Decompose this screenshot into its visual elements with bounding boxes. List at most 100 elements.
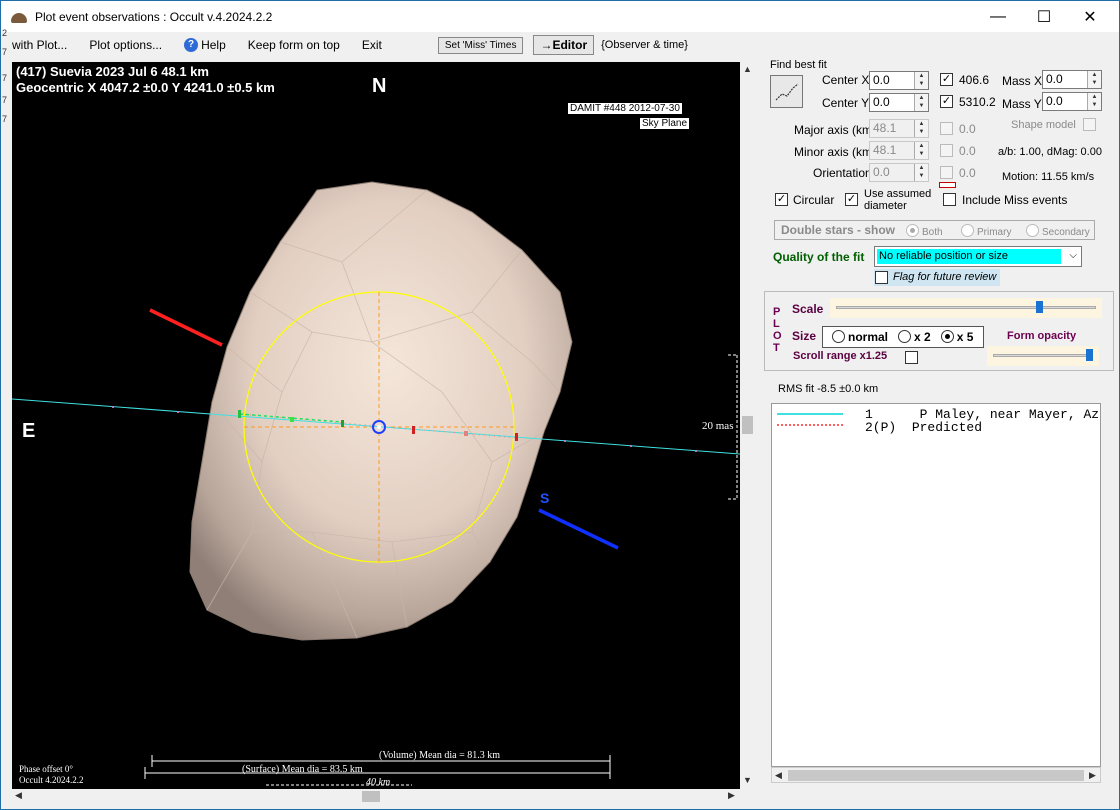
scroll-right-icon[interactable]: ▶ (1089, 770, 1096, 781)
spin-arrows-icon[interactable]: ▲ ▼ (914, 164, 928, 181)
plot-horizontal-scrollbar[interactable]: ◀ ▶ (12, 789, 756, 804)
major-axis-stepper[interactable]: 48.1 ▲ ▼ (869, 119, 929, 138)
radio-both-icon[interactable] (906, 224, 919, 237)
chk-5310-checkbox[interactable]: ✓ (940, 95, 953, 108)
mass-y-value[interactable]: 0.0 (1043, 93, 1087, 110)
size-x2-option[interactable]: x 2 (898, 330, 931, 344)
scroll-left-icon[interactable]: ◀ (15, 790, 22, 801)
mass-x-stepper[interactable]: 0.0 ▲ ▼ (1042, 70, 1102, 89)
minimize-button[interactable]: — (975, 1, 1021, 32)
shape-model-checkbox[interactable] (1083, 118, 1096, 131)
mass-x-value[interactable]: 0.0 (1043, 71, 1087, 88)
scroll-range-checkbox[interactable] (905, 351, 918, 364)
radio-both[interactable]: Both (906, 224, 943, 238)
spin-arrows-icon[interactable]: ▲ ▼ (914, 72, 928, 89)
scroll-range-label: Scroll range x1.25 (793, 350, 888, 362)
form-opacity-slider[interactable] (987, 346, 1099, 366)
north-label: N (372, 75, 387, 97)
radio-secondary-icon[interactable] (1026, 224, 1039, 237)
quality-select[interactable]: No reliable position or size ⌵ (874, 246, 1082, 267)
menu-keep-on-top[interactable]: Keep form on top (237, 38, 351, 52)
mass-y-stepper[interactable]: 0.0 ▲ ▼ (1042, 92, 1102, 111)
circular-checkbox[interactable]: ✓ (775, 193, 788, 206)
scroll-up-icon[interactable]: ▲ (743, 64, 752, 74)
size-normal-option[interactable]: normal (832, 330, 888, 344)
menu-plot-options[interactable]: Plot options... (78, 38, 173, 52)
minor-axis-value[interactable]: 48.1 (870, 142, 914, 159)
list-item[interactable]: 2(P) Predicted (865, 420, 982, 435)
include-miss-label: Include Miss events (962, 193, 1068, 207)
menu-with-plot[interactable]: with Plot... (1, 38, 78, 52)
spin-arrows-icon[interactable]: ▲ ▼ (1087, 71, 1101, 88)
set-miss-times-button[interactable]: Set 'Miss' Times (437, 36, 524, 54)
form-opacity-knob[interactable] (1086, 349, 1093, 361)
radio-both-label: Both (922, 227, 943, 238)
orientation-fit-checkbox[interactable] (940, 166, 953, 179)
spin-arrows-icon[interactable]: ▲ ▼ (1087, 93, 1101, 110)
radio-icon[interactable] (898, 330, 912, 343)
include-miss-checkbox[interactable] (943, 193, 956, 206)
list-horizontal-scrollbar[interactable]: ◀ ▶ (771, 767, 1101, 783)
menu-help[interactable]: ? Help (173, 38, 237, 52)
radio-secondary[interactable]: Secondary (1026, 224, 1090, 238)
radio-icon[interactable] (940, 330, 954, 343)
observer-time-label[interactable]: {Observer & time} (599, 39, 699, 51)
size-radio-group: normal x 2 x 5 (822, 326, 984, 348)
size-normal-label: normal (848, 330, 889, 344)
center-y-value[interactable]: 0.0 (870, 94, 914, 111)
major-axis-value[interactable]: 48.1 (870, 120, 914, 137)
radio-primary-icon[interactable] (961, 224, 974, 237)
use-assumed-label-2: diameter (864, 200, 907, 212)
line-color-swatch[interactable] (939, 182, 956, 188)
menu-help-label: Help (201, 38, 226, 52)
observations-list[interactable]: 1 P Maley, near Mayer, Az 2(P) Predicted (771, 403, 1101, 767)
orientation-value[interactable]: 0.0 (870, 164, 914, 181)
orientation-stepper[interactable]: 0.0 ▲ ▼ (869, 163, 929, 182)
form-opacity-label: Form opacity (1007, 330, 1077, 342)
size-x5-option[interactable]: x 5 (940, 330, 974, 344)
chevron-down-icon[interactable]: ⌵ (1069, 250, 1077, 261)
radio-primary[interactable]: Primary (961, 224, 1011, 238)
radio-icon[interactable] (832, 330, 845, 343)
center-x-value[interactable]: 0.0 (870, 72, 914, 89)
flag-review-row[interactable]: Flag for future review (874, 269, 1000, 286)
scale-slider[interactable] (830, 298, 1102, 318)
find-best-fit-label: Find best fit (770, 59, 827, 71)
list-hscroll-thumb[interactable] (788, 770, 1084, 781)
vscroll-thumb[interactable] (742, 416, 753, 434)
list-item-num: 2(P) (865, 420, 897, 435)
find-best-fit-button[interactable] (770, 75, 803, 108)
maximize-button[interactable]: ☐ (1021, 1, 1067, 32)
minor-axis-fit-checkbox[interactable] (940, 144, 953, 157)
scale-slider-knob[interactable] (1036, 301, 1043, 313)
center-y-stepper[interactable]: 0.0 ▲ ▼ (869, 93, 929, 112)
flag-review-checkbox[interactable] (875, 271, 888, 284)
app-icon (11, 10, 27, 24)
chk-406-checkbox[interactable]: ✓ (940, 73, 953, 86)
quality-label: Quality of the fit (773, 250, 865, 264)
size-x5-label: x 5 (956, 330, 974, 344)
spin-arrows-icon[interactable]: ▲ ▼ (914, 120, 928, 137)
hscroll-thumb[interactable] (362, 791, 380, 802)
center-x-stepper[interactable]: 0.0 ▲ ▼ (869, 71, 929, 90)
use-assumed-checkbox[interactable]: ✓ (845, 193, 858, 206)
plot-settings-box: P L O T Scale Size normal x 2 x 5 Form o… (764, 291, 1114, 371)
km-bar-label: 40 km (366, 777, 391, 788)
spin-arrows-icon[interactable]: ▲ ▼ (914, 142, 928, 159)
editor-button[interactable]: →Editor (533, 35, 595, 55)
window-title: Plot event observations : Occult v.4.202… (35, 9, 273, 24)
center-y-label: Center Y (822, 96, 870, 110)
menu-exit[interactable]: Exit (351, 38, 393, 52)
spin-arrows-icon[interactable]: ▲ ▼ (914, 94, 928, 111)
plot-canvas[interactable]: (417) Suevia 2023 Jul 6 48.1 km Geocentr… (12, 62, 740, 789)
close-button[interactable]: ✕ (1067, 1, 1113, 32)
scroll-down-icon[interactable]: ▼ (743, 775, 752, 785)
strip-char: 2 (2, 28, 8, 38)
scale-label: Scale (792, 302, 824, 316)
minor-axis-stepper[interactable]: 48.1 ▲ ▼ (869, 141, 929, 160)
major-axis-fit-checkbox[interactable] (940, 122, 953, 135)
scroll-left-icon[interactable]: ◀ (775, 770, 782, 781)
scroll-right-icon[interactable]: ▶ (728, 790, 735, 801)
plot-vertical-scrollbar[interactable]: ▲ ▼ (740, 62, 756, 789)
quality-value[interactable]: No reliable position or size (877, 249, 1061, 264)
